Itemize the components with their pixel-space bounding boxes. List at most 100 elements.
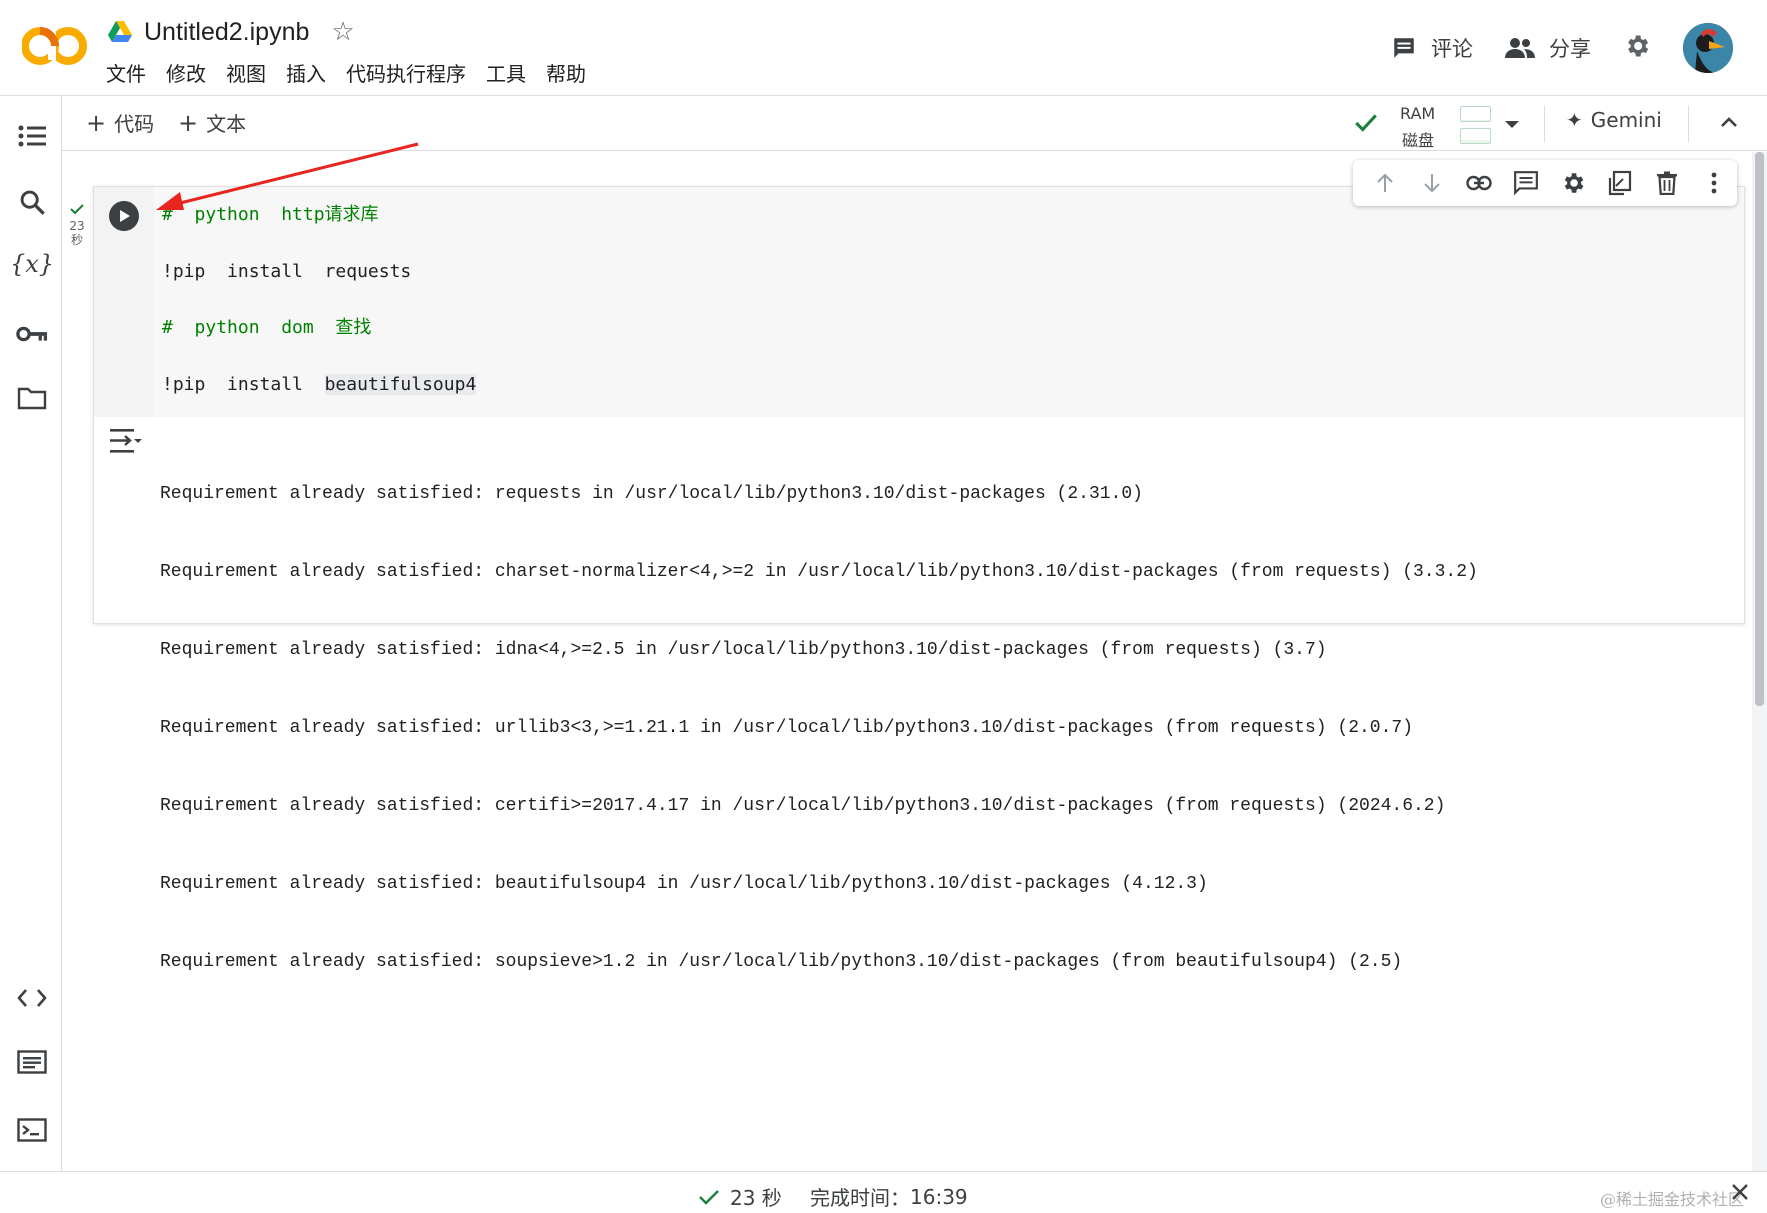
- code-line: !pip install requests: [162, 261, 412, 282]
- menu-file[interactable]: 文件: [106, 60, 146, 88]
- status-bar: 23 秒 完成时间： 16:39 @稀土掘金技术社区: [0, 1171, 1767, 1213]
- comment-icon: [1394, 38, 1414, 58]
- plus-icon: +: [86, 108, 107, 137]
- status-finished-label: 完成时间：: [810, 1186, 910, 1210]
- toolbar-divider: [1688, 106, 1689, 142]
- scrollbar-thumb[interactable]: [1755, 152, 1764, 706]
- close-status-icon[interactable]: [1730, 1182, 1750, 1206]
- code-editor[interactable]: # python http请求库 !pip install requests #…: [154, 187, 1744, 417]
- arrow-down-icon: [1423, 174, 1440, 193]
- vertical-scrollbar[interactable]: [1752, 152, 1767, 1171]
- gemini-button[interactable]: ✦ Gemini: [1566, 108, 1662, 132]
- disk-label: 磁盘: [1402, 131, 1435, 150]
- plus-icon: +: [178, 108, 199, 137]
- output-line: Requirement already satisfied: certifi>=…: [160, 796, 1446, 816]
- execution-time-unit: 秒: [70, 233, 83, 247]
- code-line: !pip install beautifulsoup4: [162, 374, 477, 395]
- menu-runtime[interactable]: 代码执行程序: [346, 60, 466, 88]
- folder-icon[interactable]: [16, 382, 48, 414]
- highlighted-token: beautifulsoup4: [324, 374, 477, 395]
- add-comment-button[interactable]: [1502, 160, 1549, 206]
- menu-help[interactable]: 帮助: [546, 60, 586, 88]
- command-palette-icon[interactable]: [16, 1046, 48, 1078]
- ram-usage-bar: [1460, 106, 1491, 122]
- copy-link-button[interactable]: [1455, 160, 1502, 206]
- gear-icon: [1628, 35, 1649, 57]
- add-code-button[interactable]: + 代码: [86, 108, 154, 137]
- cell-settings-button[interactable]: [1549, 160, 1596, 206]
- left-sidebar: {𝑥}: [0, 96, 62, 1171]
- play-icon: [120, 210, 130, 222]
- add-text-button[interactable]: + 文本: [178, 108, 246, 137]
- output-line: Requirement already satisfied: requests …: [160, 484, 1143, 504]
- arrow-up-icon: [1376, 173, 1393, 192]
- menu-view[interactable]: 视图: [226, 60, 266, 88]
- output-line: Requirement already satisfied: idna<4,>=…: [160, 640, 1327, 660]
- runtime-dropdown-icon[interactable]: [1502, 114, 1522, 138]
- execution-status: 23 秒: [66, 202, 88, 247]
- status-duration-label: 23 秒: [730, 1186, 782, 1210]
- code-snippets-icon[interactable]: [16, 982, 48, 1014]
- settings-button[interactable]: [1623, 32, 1651, 64]
- output-line: Requirement already satisfied: beautiful…: [160, 874, 1208, 894]
- output-line: Requirement already satisfied: urllib3<3…: [160, 718, 1414, 738]
- watermark: @稀土掘金技术社区: [1600, 1190, 1745, 1209]
- cell-toolbar: [1353, 160, 1737, 206]
- menu-edit[interactable]: 修改: [166, 60, 206, 88]
- variables-icon[interactable]: {𝑥}: [10, 248, 54, 280]
- gear-icon: [1564, 173, 1583, 193]
- status-finished-time: 16:39: [910, 1184, 968, 1209]
- gemini-label: Gemini: [1590, 108, 1662, 132]
- notebook-title[interactable]: Untitled2.ipynb: [144, 18, 309, 47]
- ram-label: RAM: [1400, 104, 1436, 123]
- mirror-cell-icon: [1608, 170, 1631, 196]
- share-button[interactable]: 分享: [1505, 33, 1591, 63]
- trash-icon: [1656, 171, 1677, 195]
- people-icon: [1505, 38, 1535, 58]
- share-label: 分享: [1549, 37, 1591, 61]
- disk-usage-bar: [1460, 128, 1491, 144]
- terminal-icon[interactable]: [16, 1114, 48, 1146]
- status-duration: 23 秒: [698, 1182, 782, 1211]
- menu-insert[interactable]: 插入: [286, 60, 326, 88]
- google-drive-icon[interactable]: [108, 21, 134, 43]
- cell-output: Requirement already satisfied: requests …: [160, 429, 1478, 1027]
- comment-icon: [1513, 171, 1538, 196]
- code-cell[interactable]: # python http请求库 !pip install requests #…: [93, 186, 1745, 972]
- more-actions-button[interactable]: [1690, 160, 1737, 206]
- done-check-icon: [70, 204, 84, 215]
- search-icon[interactable]: [16, 186, 48, 218]
- done-check-icon: [699, 1189, 719, 1205]
- link-icon: [1465, 175, 1492, 191]
- menu-tools[interactable]: 工具: [486, 60, 526, 88]
- status-finished: 完成时间： 16:39: [810, 1182, 968, 1211]
- move-down-button[interactable]: [1408, 160, 1455, 206]
- comment-button[interactable]: 评论: [1391, 33, 1473, 63]
- comment-label: 评论: [1431, 37, 1473, 61]
- output-line: Requirement already satisfied: charset-n…: [160, 562, 1478, 582]
- output-line: Requirement already satisfied: soupsieve…: [160, 952, 1403, 972]
- annotation-arrow: [156, 142, 419, 210]
- colab-logo[interactable]: [21, 24, 88, 68]
- app-header: Untitled2.ipynb ☆ 文件 修改 视图 插入 代码执行程序 工具 …: [0, 0, 1767, 96]
- more-vert-icon: [1711, 172, 1716, 194]
- table-of-contents-icon[interactable]: [16, 120, 48, 152]
- resource-monitor[interactable]: RAM 磁盘: [1400, 102, 1491, 150]
- output-actions-icon[interactable]: [108, 427, 142, 457]
- mirror-cell-button[interactable]: [1596, 160, 1643, 206]
- star-icon[interactable]: ☆: [331, 17, 354, 47]
- run-cell-button[interactable]: [109, 201, 139, 231]
- execution-time-value: 23: [69, 219, 85, 233]
- sparkle-icon: ✦: [1566, 108, 1583, 132]
- collapse-chevron-up-icon[interactable]: [1718, 112, 1740, 138]
- cell-gutter: [94, 187, 154, 417]
- key-icon[interactable]: [16, 318, 48, 350]
- menu-bar: 文件 修改 视图 插入 代码执行程序 工具 帮助: [106, 60, 606, 88]
- add-text-label: 文本: [206, 112, 247, 136]
- move-up-button[interactable]: [1361, 160, 1408, 206]
- delete-cell-button[interactable]: [1643, 160, 1690, 206]
- code-line: # python dom 查找: [162, 317, 372, 338]
- user-avatar[interactable]: [1683, 23, 1733, 73]
- connected-check-icon[interactable]: [1352, 110, 1380, 140]
- toolbar-divider: [1544, 106, 1545, 142]
